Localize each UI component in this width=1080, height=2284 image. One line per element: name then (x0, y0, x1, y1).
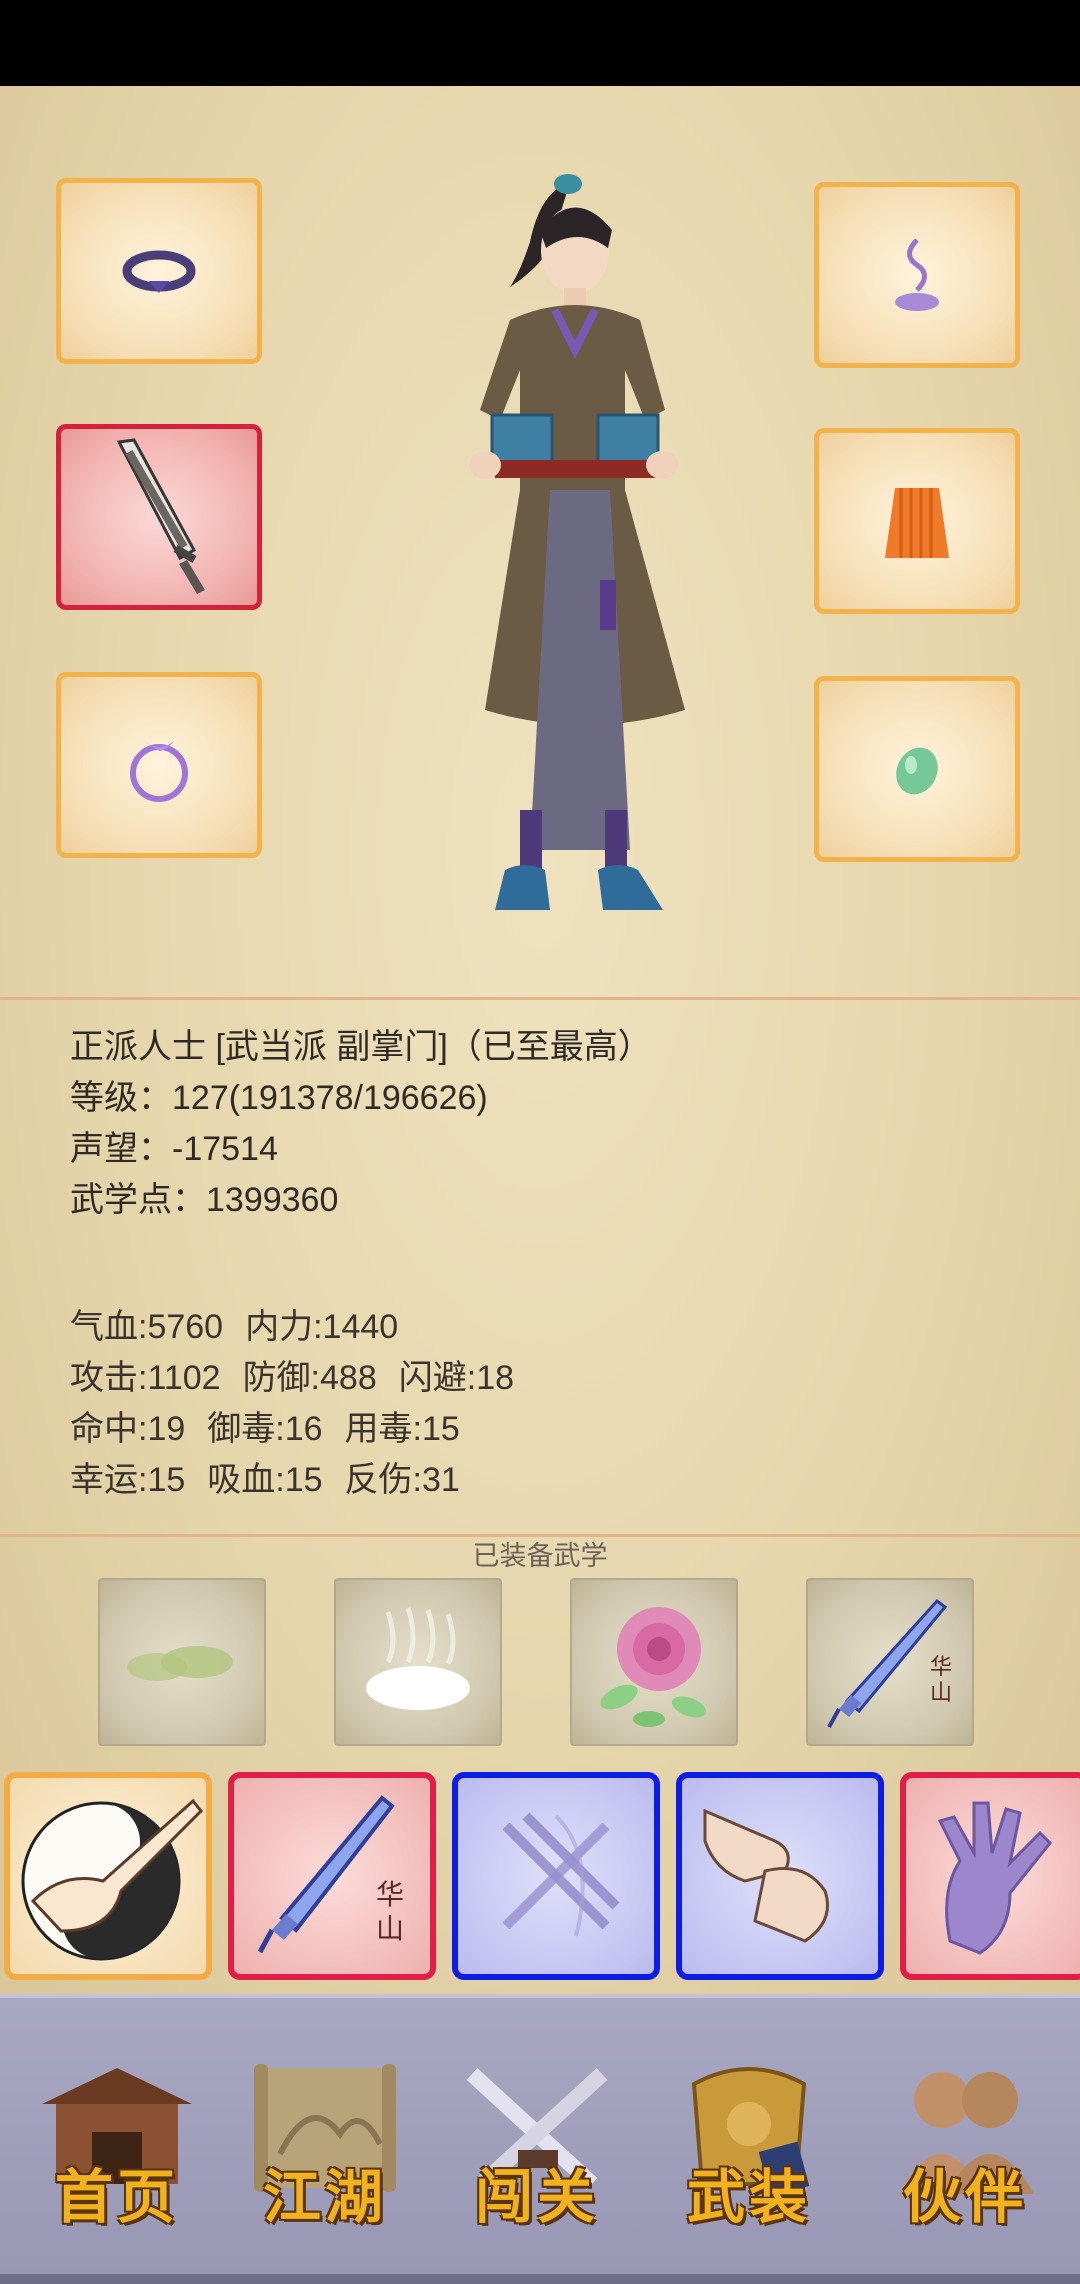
white-mist-icon (366, 1607, 470, 1710)
stats-row: 命中:19 御毒:16 用毒:15 (70, 1404, 536, 1455)
bottom-nav: 首页 江湖 闯关 武装 伙伴 (0, 1994, 1080, 2284)
skill-card-crossed-blades[interactable] (452, 1772, 660, 1980)
character-figure (469, 174, 685, 910)
nav-label: 江湖 (262, 2163, 387, 2231)
stats-row: 幸运:15 吸血:15 反伤:31 (70, 1455, 536, 1506)
stat-value: 吸血:15 (207, 1461, 323, 1499)
claw-hand-icon (937, 1801, 1053, 1955)
ring-icon (130, 741, 188, 802)
jade-icon (896, 747, 938, 795)
crossed-blades-icon (502, 1812, 620, 1937)
equip-slot-ring[interactable] (56, 672, 262, 858)
stat-value: 御毒:16 (207, 1410, 323, 1448)
stat-value: 防御:488 (242, 1359, 377, 1397)
stat-value: 幸运:15 (70, 1461, 186, 1499)
stat-value: 反伤:31 (344, 1461, 460, 1499)
nav-label: 首页 (54, 2163, 179, 2231)
equipped-skill-slot-3[interactable] (570, 1578, 738, 1746)
martial-points-line: 武学点：1399360 (70, 1181, 339, 1219)
nav-label: 闯关 (474, 2163, 599, 2231)
skill-card-fist[interactable] (676, 1772, 884, 1980)
equip-slot-accessory[interactable] (814, 182, 1020, 368)
equipped-skills-title: 已装备武学 (472, 1541, 608, 1571)
headband-icon (122, 250, 196, 293)
saber-icon (116, 438, 205, 594)
stats-row: 攻击:1102 防御:488 闪避:18 (70, 1353, 536, 1404)
stats-row: 气血:5760 内力:1440 (70, 1302, 536, 1353)
stat-value: 闪避:18 (398, 1359, 515, 1397)
nav-jianghu[interactable]: 江湖 (240, 2054, 410, 2244)
nav-label: 武装 (686, 2163, 811, 2231)
green-cloud-icon (127, 1646, 233, 1681)
cloak-icon (885, 488, 949, 558)
attribute-stats: 气血:5760 内力:1440 攻击:1102 防御:488 闪避:18 命中:19 御… (70, 1302, 536, 1506)
nav-challenge[interactable]: 闯关 (452, 2054, 622, 2244)
level-line: 等级：127(191378/196626) (70, 1079, 488, 1117)
equipped-skill-slot-1[interactable] (98, 1578, 266, 1746)
equip-slot-weapon[interactable] (56, 424, 262, 610)
nav-equipment[interactable]: 武装 (664, 2054, 834, 2244)
nav-home[interactable]: 首页 (32, 2054, 202, 2244)
skill-card-claw[interactable] (900, 1772, 1080, 1980)
stat-value: 命中:19 (70, 1410, 186, 1448)
equipped-skill-slot-4[interactable]: 华山 (806, 1578, 974, 1746)
nav-label: 伙伴 (902, 2163, 1027, 2231)
incense-icon (895, 238, 939, 311)
fist-icon (703, 1808, 829, 1943)
profile-info: 正派人士 [武当派 副掌门]（已至最高） 等级：127(191378/19662… (70, 1022, 652, 1226)
divider-top (0, 997, 1080, 1000)
equip-slot-jade[interactable] (814, 676, 1020, 862)
title-line: 正派人士 [武当派 副掌门]（已至最高） (70, 1028, 652, 1066)
equip-slot-head[interactable] (56, 178, 262, 364)
stat-value: 攻击:1102 (70, 1359, 221, 1397)
rose-icon (600, 1607, 707, 1727)
nav-partners[interactable]: 伙伴 (880, 2054, 1050, 2244)
stat-value: 气血:5760 (70, 1308, 224, 1346)
reputation-line: 声望：-17514 (70, 1130, 278, 1168)
stat-value: 用毒:15 (344, 1410, 460, 1448)
skill-card-hua-shan-sword[interactable]: 华山 (228, 1772, 436, 1980)
equipped-skill-slot-2[interactable] (334, 1578, 502, 1746)
hua-shan-mark: 华山 (376, 1879, 405, 1944)
equip-slot-cloak[interactable] (814, 428, 1020, 614)
stat-value: 内力:1440 (245, 1308, 399, 1346)
hua-shan-mark: 华山 (930, 1654, 953, 1705)
skill-card-taiji-palm[interactable] (4, 1772, 212, 1980)
status-bar (0, 0, 1080, 86)
taiji-palm-icon (21, 1798, 203, 1961)
